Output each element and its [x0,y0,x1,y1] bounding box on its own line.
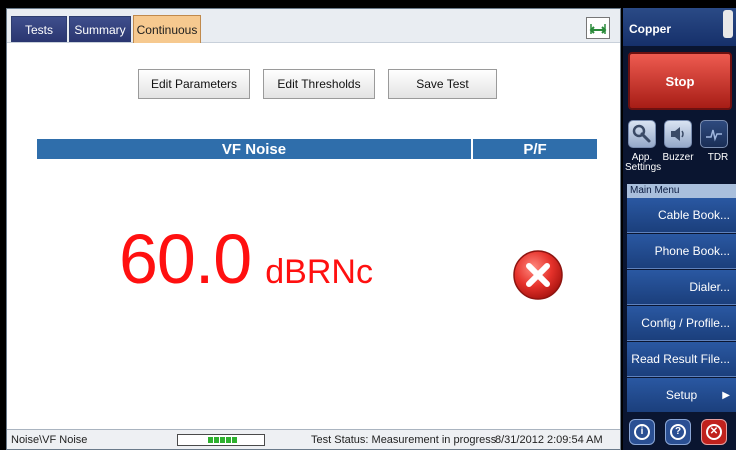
stop-button[interactable]: Stop [628,52,732,110]
activity-indicator [177,434,265,446]
tab-tests[interactable]: Tests [11,16,67,42]
menu-item-phone-book[interactable]: Phone Book... [627,234,736,269]
tdr-button[interactable] [700,120,728,148]
tab-bar: Tests Summary Continuous [7,9,620,43]
menu-item-cable-book[interactable]: Cable Book... [627,198,736,233]
edit-thresholds-button[interactable]: Edit Thresholds [263,69,375,99]
tab-continuous[interactable]: Continuous [133,15,201,43]
test-pane: Tests Summary Continuous Edit Parameters… [6,8,621,450]
help-icon: ? [670,424,686,440]
app-settings-button[interactable] [628,120,656,148]
menu-item-dialer[interactable]: Dialer... [627,270,736,305]
menu-item-setup-label: Setup [665,388,698,402]
main-menu-heading: Main Menu [627,184,736,198]
activity-indicator-fill [208,437,238,443]
exit-icon: ✕ [706,424,722,440]
pass-fail-column-header: P/F [473,139,597,159]
save-test-button[interactable]: Save Test [388,69,497,99]
panel-title: Copper [623,8,736,46]
waveform-icon [706,129,722,142]
panel-title-text: Copper [629,22,671,36]
menu-item-read-result-file[interactable]: Read Result File... [627,342,736,377]
help-button[interactable]: ? [665,419,691,445]
status-path: Noise\VF Noise [11,434,88,446]
tab-summary[interactable]: Summary [69,16,131,42]
app-settings-label: App. Settings [625,152,662,173]
measurement-column-header: VF Noise [37,139,473,159]
info-icon: i [634,424,650,440]
exit-button[interactable]: ✕ [701,419,727,445]
info-button[interactable]: i [629,419,655,445]
edit-parameters-button[interactable]: Edit Parameters [138,69,250,99]
side-panel: Copper Stop App. Settings Buzzer TDR Mai… [623,8,736,450]
noise-value: 60.0 [119,220,252,298]
fail-icon [513,250,563,300]
expand-view-button[interactable] [586,17,610,39]
battery-icon [723,10,733,38]
status-bar: Noise\VF Noise Test Status: Measurement … [7,429,620,449]
measurement-readout: 60.0 dBRNc [119,219,373,299]
result-header: VF Noise P/F [37,139,597,159]
tdr-label: TDR [707,152,729,163]
expand-arrows-icon [589,24,607,34]
speaker-icon [671,127,684,141]
noise-unit: dBRNc [265,253,373,291]
menu-item-setup[interactable]: Setup ▶ [627,378,736,413]
wrench-icon [632,124,651,143]
status-datetime: 8/31/2012 2:09:54 AM [495,434,603,446]
bottom-toolbar: i ? ✕ [623,412,736,450]
menu-item-config-profile[interactable]: Config / Profile... [627,306,736,341]
test-status: Test Status: Measurement in progress [311,434,497,446]
buzzer-button[interactable] [664,120,692,148]
buzzer-label: Buzzer [662,152,694,163]
submenu-arrow-icon: ▶ [722,389,730,401]
